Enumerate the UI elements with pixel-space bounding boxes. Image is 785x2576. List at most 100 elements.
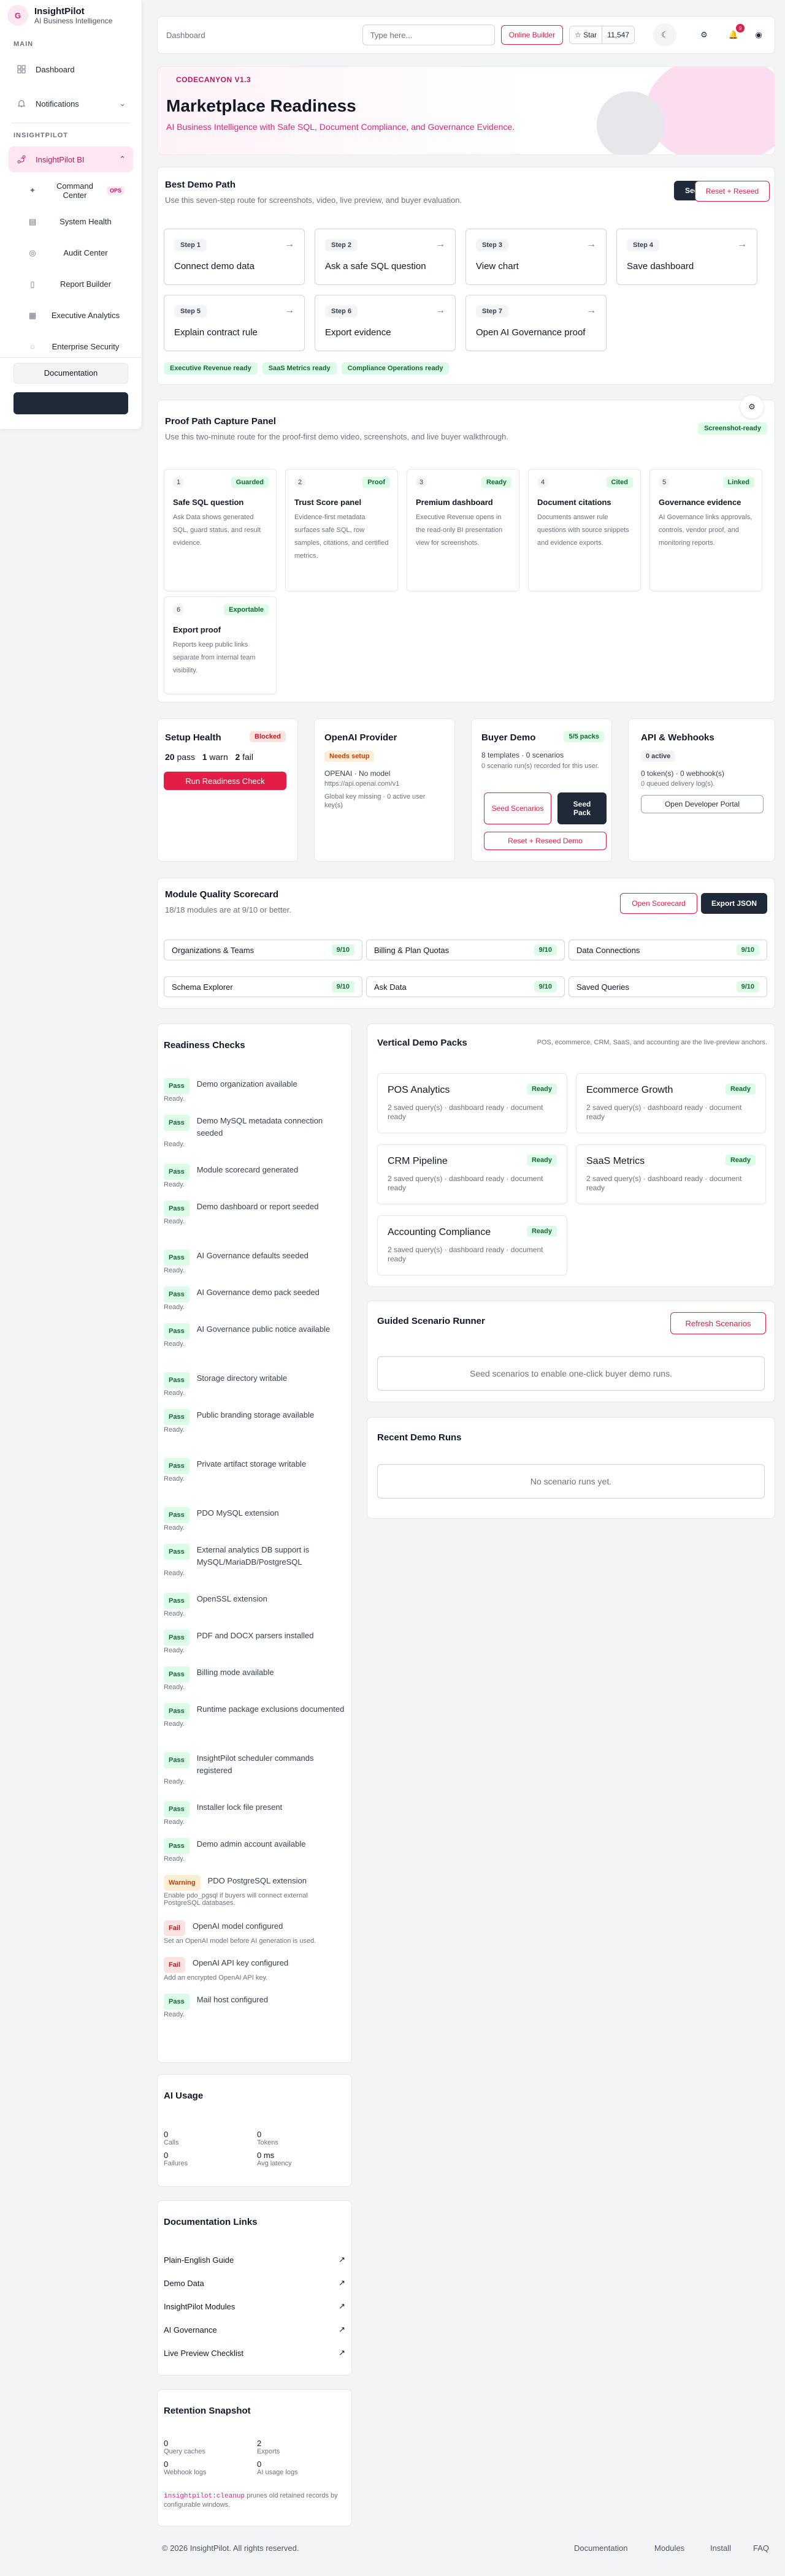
online-builder-button[interactable]: Online Builder [500, 25, 564, 45]
step-card[interactable]: Step 1 → Connect demo data [164, 229, 305, 285]
lock-icon: ◌ [30, 342, 35, 351]
stat: 0 Failures [164, 2151, 188, 2167]
export-json-button[interactable]: Export JSON [701, 893, 767, 914]
check-label: PDO PostgreSQL extension [207, 1876, 307, 1885]
status-badge: Linked [722, 477, 754, 488]
check-label: AI Governance public notice available [196, 1324, 331, 1334]
footer-link-modules[interactable]: Modules [654, 2544, 684, 2553]
module-score-row[interactable]: Schema Explorer 9/10 [164, 976, 362, 997]
module-score-row[interactable]: Ask Data 9/10 [366, 976, 565, 997]
vertical-demo-packs-card: Vertical Demo Packs POS, ecommerce, CRM,… [367, 1024, 775, 1287]
doc-link[interactable]: Plain-English Guide ↗ [164, 2251, 345, 2268]
step-number: 6 [173, 604, 184, 615]
module-name: Ask Data [374, 982, 407, 992]
step-card[interactable]: Step 6 → Export evidence [315, 295, 456, 351]
reset-reseed-button[interactable]: Reset + Reseed [695, 181, 770, 202]
pack-description: 2 saved query(s) · dashboard ready · doc… [388, 1103, 543, 1121]
proof-title: Governance evidence [659, 498, 741, 507]
sidebar-item-dashboard[interactable]: Dashboard [0, 55, 142, 83]
pack-name: Accounting Compliance [388, 1227, 491, 1237]
user-icon[interactable]: ◉ [751, 23, 766, 47]
documentation-button[interactable]: Documentation [13, 363, 128, 384]
step-card[interactable]: Step 3 → View chart [465, 229, 607, 285]
status-badge: Warning [164, 1875, 201, 1891]
score-badge: 9/10 [331, 944, 354, 956]
doc-link[interactable]: Demo Data ↗ [164, 2274, 345, 2292]
step-card[interactable]: Step 2 → Ask a safe SQL question [315, 229, 456, 285]
seed-scenarios-button[interactable]: Seed Scenarios [484, 792, 551, 824]
buyer-demo-card: Buyer Demo 5/5 packs 8 templates · 0 sce… [471, 718, 612, 862]
footer-link-documentation[interactable]: Documentation [574, 2544, 627, 2553]
doc-link[interactable]: Live Preview Checklist ↗ [164, 2344, 345, 2361]
demo-pack[interactable]: SaaS Metrics Ready 2 saved query(s) · dash… [576, 1144, 766, 1204]
check-label: InsightPilot scheduler commands register… [196, 1753, 314, 1775]
check-note: Set an OpenAI model before AI generation… [164, 1937, 316, 1945]
notification-count: 9 [736, 24, 745, 32]
check-label: Runtime package exclusions documented [196, 1704, 345, 1714]
step-card[interactable]: Step 7 → Open AI Governance proof [465, 295, 607, 351]
stat: 0 ms Avg latency [257, 2151, 292, 2167]
recent-demo-runs-card: Recent Demo Runs No scenario runs yet. [367, 1417, 775, 1519]
status-badge: Pass [164, 1703, 190, 1719]
gear-icon[interactable]: ⚙ [740, 395, 764, 419]
module-score-row[interactable]: Billing & Plan Quotas 9/10 [366, 940, 565, 960]
readiness-check-item: Pass AI Governance public notice availabl… [164, 1323, 345, 1348]
brand[interactable]: G InsightPilot AI Business Intelligence [0, 0, 142, 31]
bell-icon[interactable]: 🔔 9 [722, 23, 745, 47]
proof-item: 6 Exportable Export proof Reports keep publ… [164, 596, 277, 694]
seed-pack-button[interactable]: Seed Pack [557, 792, 607, 824]
gear-icon[interactable]: ⚙ [692, 23, 716, 47]
sidebar-group-insightpilot-bi[interactable]: InsightPilot BI ⌃ [9, 146, 133, 172]
sidebar-item-audit-center[interactable]: ◎ Audit Center [0, 237, 142, 268]
token-counts: 0 token(s) · 0 webhook(s) [641, 769, 725, 778]
sidebar-item-system-health[interactable]: ▤ System Health [0, 206, 142, 237]
status-badge: Pass [164, 1250, 190, 1266]
moon-icon[interactable]: ☾ [653, 23, 676, 47]
search-input[interactable]: Type here... [362, 25, 495, 45]
status-badge: Blocked [250, 731, 286, 742]
step-tag: Step 1 [174, 239, 207, 251]
open-developer-portal-button[interactable]: Open Developer Portal [641, 795, 764, 813]
run-readiness-check-button[interactable]: Run Readiness Check [164, 772, 286, 790]
sidebar-item-notifications[interactable]: Notifications ⌄ [0, 89, 142, 118]
sidebar-item-report-builder[interactable]: ▯ Report Builder [0, 268, 142, 300]
sidebar-item-label: Dashboard [36, 64, 75, 74]
card-title: Setup Health [165, 732, 221, 743]
scenario-runner-card: Guided Scenario Runner Refresh Scenarios… [367, 1301, 775, 1402]
module-score-row[interactable]: Data Connections 9/10 [569, 940, 767, 960]
reset-reseed-demo-button[interactable]: Reset + Reseed Demo [484, 832, 607, 850]
refresh-scenarios-button[interactable]: Refresh Scenarios [670, 1312, 766, 1334]
stat: 0 AI usage logs [257, 2460, 298, 2476]
step-card[interactable]: Step 5 → Explain contract rule [164, 295, 305, 351]
stat: 0 Query caches [164, 2439, 205, 2455]
readiness-check-item: Pass Demo organization available Ready. [164, 1078, 345, 1103]
demo-pack[interactable]: CRM Pipeline Ready 2 saved query(s) · dash… [377, 1144, 567, 1204]
module-score-row[interactable]: Saved Queries 9/10 [569, 976, 767, 997]
card-subtitle: POS, ecommerce, CRM, SaaS, and accountin… [537, 1039, 767, 1046]
sidebar-item-executive-analytics[interactable]: ▦ Executive Analytics [0, 300, 142, 331]
github-star-button[interactable]: ☆ Star 11,547 [569, 26, 635, 44]
module-score-row[interactable]: Organizations & Teams 9/10 [164, 940, 362, 960]
status-badge: Ready [725, 1084, 756, 1095]
footer-link-install[interactable]: Install [710, 2544, 731, 2553]
open-scorecard-button[interactable]: Open Scorecard [620, 893, 697, 914]
readiness-check-item: Fail OpenAI model configured Set an OpenAI… [164, 1920, 345, 1945]
card-title: API & Webhooks [641, 732, 714, 743]
footer-link-faq[interactable]: FAQ [753, 2544, 769, 2553]
demo-pack[interactable]: Accounting Compliance Ready 2 saved query(… [377, 1215, 567, 1275]
demo-pack[interactable]: Ecommerce Growth Ready 2 saved query(s) · … [576, 1073, 766, 1133]
sidebar-item-command-center[interactable]: ✦ Command Center OPS [0, 175, 142, 206]
sidebar-item-label: Command Center [56, 181, 93, 200]
status-badge: Ready [526, 1155, 557, 1166]
step-card[interactable]: Step 4 → Save dashboard [616, 229, 757, 285]
status-badge: Screenshot-ready [698, 422, 767, 435]
status-badge: Pass [164, 1507, 190, 1523]
doc-link[interactable]: InsightPilot Modules ↗ [164, 2298, 345, 2315]
pack-description: 2 saved query(s) · dashboard ready · doc… [586, 1174, 742, 1192]
demo-pack[interactable]: POS Analytics Ready 2 saved query(s) · das… [377, 1073, 567, 1133]
breadcrumb[interactable]: Dashboard [166, 31, 356, 40]
doc-link[interactable]: AI Governance ↗ [164, 2321, 345, 2338]
logout-button[interactable] [13, 392, 128, 414]
check-note: Ready. [164, 1340, 185, 1348]
check-label: Demo admin account available [196, 1839, 306, 1848]
